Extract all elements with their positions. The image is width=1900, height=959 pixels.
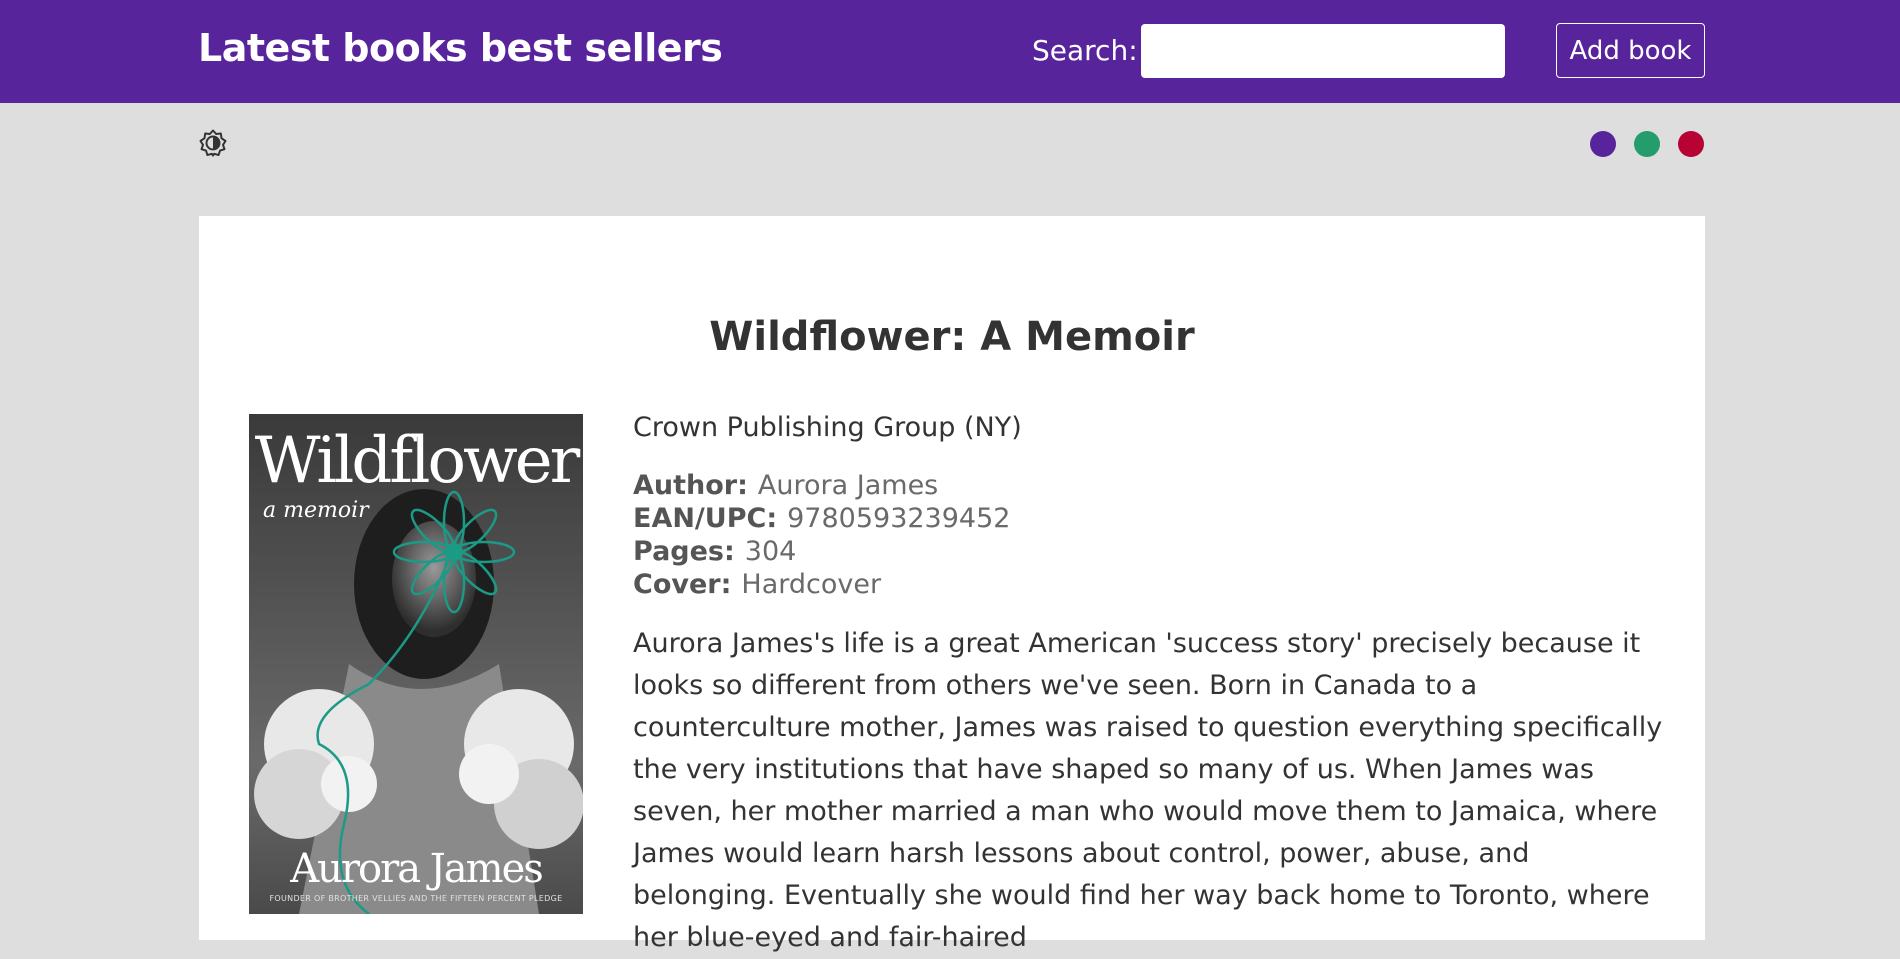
ean-row: EAN/UPC: 9780593239452 [633,502,1673,535]
search-label: Search: [1032,34,1138,67]
book-details-card: Wildflower: A Memoir Wildflower a memoir… [199,216,1705,953]
author-row: Author: Aurora James [633,469,1673,502]
cover-tagline-text: FOUNDER OF BROTHER VELLIES AND THE FIFTE… [269,894,563,903]
cover-title-text: Wildflower [254,424,581,498]
theme-swatch-purple[interactable] [1590,131,1616,157]
theme-swatch-red[interactable] [1678,131,1704,157]
site-title[interactable]: Latest books best sellers [198,26,723,70]
pages-row: Pages: 304 [633,535,1673,568]
theme-swatch-green[interactable] [1634,131,1660,157]
book-title: Wildflower: A Memoir [709,314,1195,360]
author-label: Author: [633,470,748,501]
author-value: Aurora James [757,470,939,501]
cover-subtitle-text: a memoir [263,498,369,523]
top-navbar: Latest books best sellers Search: Add bo… [0,0,1900,103]
cover-author-text: Aurora James [290,846,544,892]
pages-label: Pages: [633,536,735,567]
contrast-icon [199,129,227,157]
book-description: Aurora James's life is a great American … [633,628,1663,953]
cover-value: Hardcover [741,569,882,600]
book-publisher: Crown Publishing Group (NY) [633,412,1022,443]
pages-value: 304 [744,536,797,567]
add-book-button[interactable]: Add book [1556,23,1705,78]
ean-value: 9780593239452 [787,503,1011,534]
book-details: Crown Publishing Group (NY) Author: Auror… [633,412,1673,959]
cover-label: Cover: [633,569,732,600]
theme-toggle-button[interactable] [198,128,228,158]
ean-label: EAN/UPC: [633,503,778,534]
book-cover-image: Wildflower a memoir Aurora James FOUNDER… [249,414,583,914]
search-input[interactable] [1141,24,1505,78]
cover-row: Cover: Hardcover [633,568,1673,601]
